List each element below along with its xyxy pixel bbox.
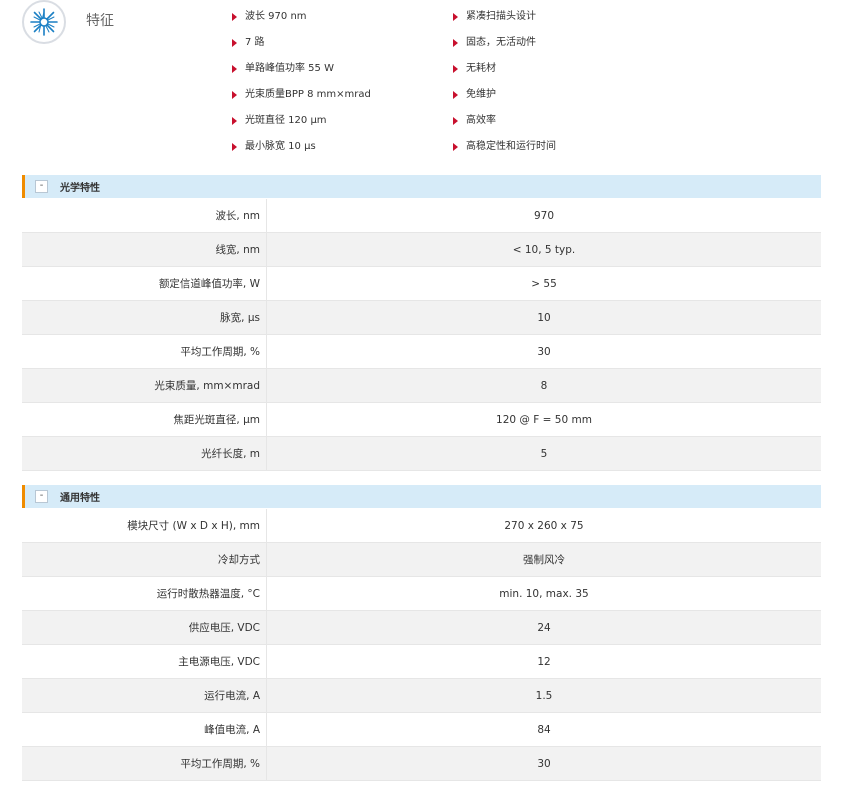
general-specs-table: 模块尺寸 (W x D x H), mm 270 x 260 x 75 冷却方式强…: [22, 509, 821, 781]
table-row: 平均工作周期, % 30: [22, 334, 821, 369]
spec-value: < 10, 5 typ.: [266, 232, 821, 267]
spec-value: 12: [266, 644, 821, 679]
table-row: 额定信道峰值功率, W > 55: [22, 266, 821, 301]
table-row: 模块尺寸 (W x D x H), mm 270 x 260 x 75: [22, 509, 821, 543]
bullet-icon: [453, 39, 458, 47]
spec-value: 1.5: [266, 678, 821, 713]
table-row: 光纤长度, m5: [22, 436, 821, 471]
feature-item: 波长 970 nm: [230, 8, 371, 34]
feature-item: 光斑直径 120 µm: [230, 112, 371, 138]
bullet-icon: [453, 143, 458, 151]
spec-key: 冷却方式: [22, 542, 267, 577]
spec-key: 额定信道峰值功率, W: [22, 266, 267, 301]
spec-key: 光束质量, mm×mrad: [22, 368, 267, 403]
spec-key: 供应电压, VDC: [22, 610, 267, 645]
feature-item: 单路峰值功率 55 W: [230, 60, 371, 86]
table-row: 线宽, nm < 10, 5 typ.: [22, 232, 821, 267]
spec-key: 运行电流, A: [22, 678, 267, 713]
features-list-left: 波长 970 nm 7 路 单路峰值功率 55 W 光束质量BPP 8 mm×m…: [230, 8, 371, 164]
spec-key: 运行时散热器温度, °C: [22, 576, 267, 611]
spec-value: 5: [266, 436, 821, 471]
section-header-optical[interactable]: - 光学特性: [22, 175, 821, 198]
spec-value: 8: [266, 368, 821, 403]
spec-value: 84: [266, 712, 821, 747]
feature-item: 固态，无活动件: [451, 34, 556, 60]
feature-item: 紧凑扫描头设计: [451, 8, 556, 34]
feature-item: 高效率: [451, 112, 556, 138]
table-row: 光束质量, mm×mrad 8: [22, 368, 821, 403]
table-row: 冷却方式 强制风冷: [22, 542, 821, 577]
spec-value: 270 x 260 x 75: [266, 509, 821, 543]
spec-key: 主电源电压, VDC: [22, 644, 267, 679]
spec-key: 光纤长度, m: [22, 436, 267, 471]
bullet-icon: [232, 65, 237, 73]
table-row: 主电源电压, VDC 12: [22, 644, 821, 679]
spec-key: 焦距光斑直径, µm: [22, 402, 267, 437]
table-row: 峰值电流, A 84: [22, 712, 821, 747]
bullet-icon: [453, 65, 458, 73]
spec-key: 模块尺寸 (W x D x H), mm: [22, 509, 267, 543]
spec-key: 波长, nm: [22, 199, 267, 233]
spec-value: 10: [266, 300, 821, 335]
features-title: 特征: [86, 13, 114, 29]
spec-key: 脉宽, µs: [22, 300, 267, 335]
bullet-icon: [232, 143, 237, 151]
spec-key: 平均工作周期, %: [22, 334, 267, 369]
features-list-right: 紧凑扫描头设计 固态，无活动件 无耗材 免维护 高效率 高稳定性和运行时间: [451, 8, 556, 164]
spec-value: > 55: [266, 266, 821, 301]
feature-item: 高稳定性和运行时间: [451, 138, 556, 164]
collapse-toggle-button[interactable]: -: [35, 180, 48, 193]
spec-value: 24: [266, 610, 821, 645]
laser-burst-glyph: [30, 8, 58, 36]
collapse-toggle-button[interactable]: -: [35, 490, 48, 503]
bullet-icon: [232, 13, 237, 21]
spec-key: 线宽, nm: [22, 232, 267, 267]
feature-item: 7 路: [230, 34, 371, 60]
spec-value: min. 10, max. 35: [266, 576, 821, 611]
spec-value: 强制风冷: [266, 542, 821, 577]
bullet-icon: [232, 39, 237, 47]
feature-item: 无耗材: [451, 60, 556, 86]
table-row: 供应电压, VDC 24: [22, 610, 821, 645]
section-title: 通用特性: [60, 493, 100, 504]
bullet-icon: [453, 13, 458, 21]
section-header-general[interactable]: - 通用特性: [22, 485, 821, 508]
table-row: 脉宽, µs 10: [22, 300, 821, 335]
feature-item: 最小脉宽 10 µs: [230, 138, 371, 164]
spec-value: 120 @ F = 50 mm: [266, 402, 821, 437]
bullet-icon: [232, 91, 237, 99]
spec-value: 30: [266, 746, 821, 781]
bullet-icon: [453, 117, 458, 125]
optical-specs-table: 波长, nm 970 线宽, nm < 10, 5 typ. 额定信道峰值功率, W…: [22, 199, 821, 471]
spec-key: 峰值电流, A: [22, 712, 267, 747]
spec-value: 30: [266, 334, 821, 369]
laser-burst-icon: [22, 0, 66, 44]
bullet-icon: [453, 91, 458, 99]
section-title: 光学特性: [60, 183, 100, 194]
table-row: 波长, nm 970: [22, 199, 821, 233]
table-row: 运行时散热器温度, °C min. 10, max. 35: [22, 576, 821, 611]
spec-key: 平均工作周期, %: [22, 746, 267, 781]
table-row: 焦距光斑直径, µm 120 @ F = 50 mm: [22, 402, 821, 437]
feature-item: 免维护: [451, 86, 556, 112]
feature-item: 光束质量BPP 8 mm×mrad: [230, 86, 371, 112]
table-row: 平均工作周期, % 30: [22, 746, 821, 781]
bullet-icon: [232, 117, 237, 125]
table-row: 运行电流, A 1.5: [22, 678, 821, 713]
spec-value: 970: [266, 199, 821, 233]
